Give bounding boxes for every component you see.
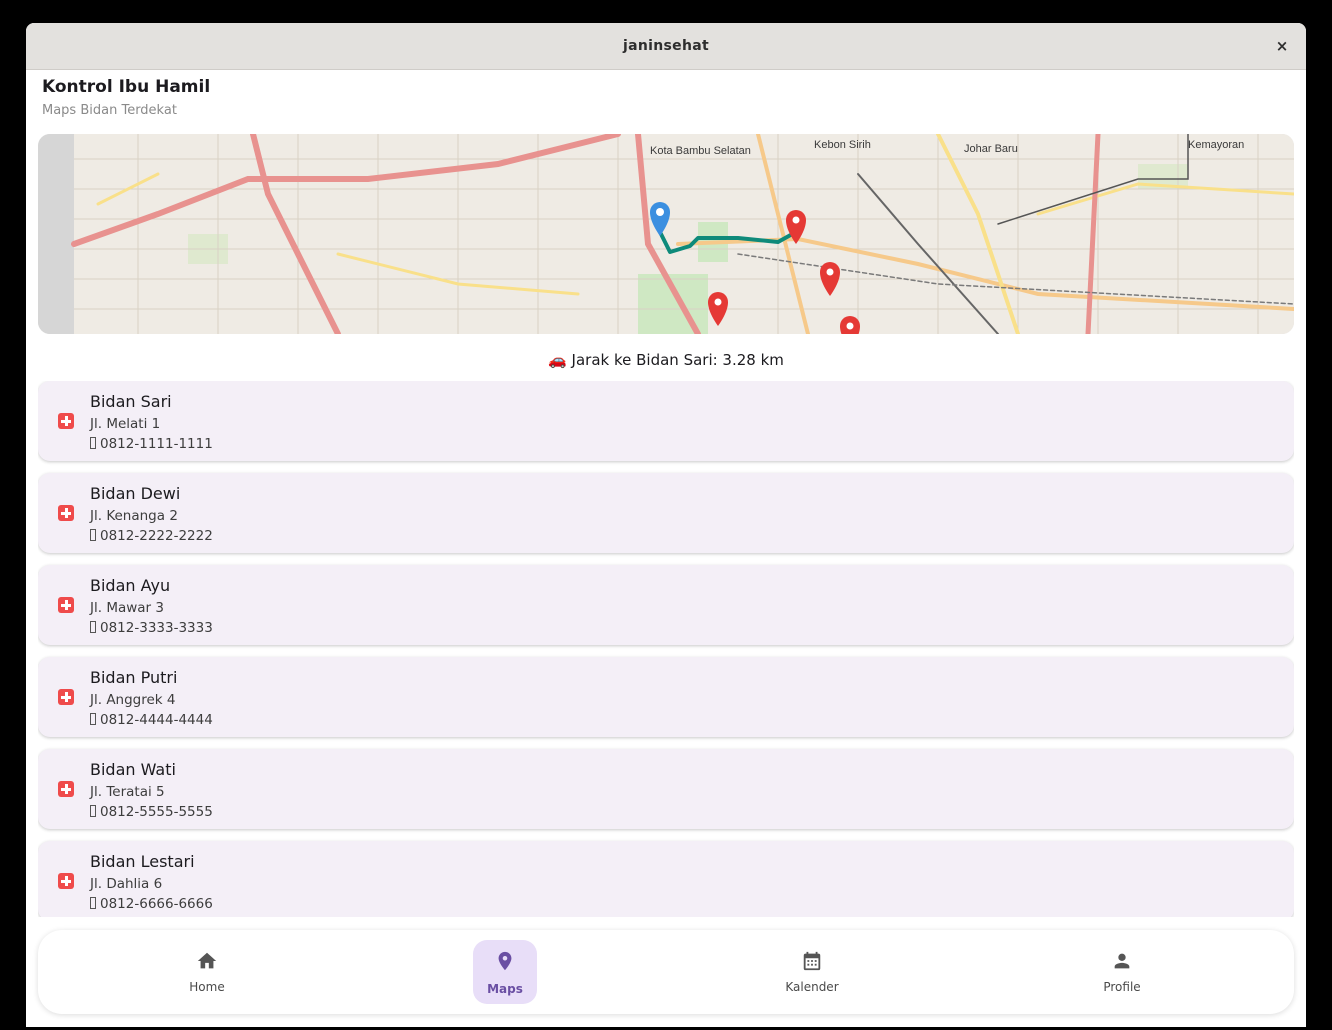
bidan-phone: 0812-6666-6666 xyxy=(90,896,213,912)
map-canvas[interactable]: Kota Bambu Selatan Kebon Sirih Johar Bar… xyxy=(38,134,1294,334)
person-icon xyxy=(1114,953,1130,969)
bidan-name: Bidan Sari xyxy=(90,392,172,411)
phone-icon xyxy=(90,621,96,633)
distance-text: 🚗 Jarak ke Bidan Sari: 3.28 km xyxy=(548,351,784,369)
phone-icon xyxy=(90,713,96,725)
home-icon xyxy=(197,952,217,969)
title-bar: janinsehat × xyxy=(26,23,1306,70)
phone-icon xyxy=(90,437,96,449)
bidan-card[interactable]: Bidan Ayu Jl. Mawar 3 0812-3333-3333 xyxy=(38,565,1294,645)
map-label: Johar Baru xyxy=(964,143,1018,155)
bidan-phone-number: 0812-1111-1111 xyxy=(100,436,213,452)
map-view[interactable]: Kota Bambu Selatan Kebon Sirih Johar Bar… xyxy=(38,134,1294,334)
bidan-phone: 0812-2222-2222 xyxy=(90,528,213,544)
medical-cross-icon xyxy=(58,689,74,705)
map-label: Kebon Sirih xyxy=(814,139,871,151)
bidan-card[interactable]: Bidan Dewi Jl. Kenanga 2 0812-2222-2222 xyxy=(38,473,1294,553)
medical-cross-icon xyxy=(58,781,74,797)
bidan-card[interactable]: Bidan Sari Jl. Melati 1 0812-1111-1111 xyxy=(38,381,1294,461)
bidan-phone-number: 0812-5555-5555 xyxy=(100,804,213,820)
medical-cross-icon xyxy=(58,873,74,889)
bidan-address: Jl. Dahlia 6 xyxy=(90,876,163,892)
calendar-icon xyxy=(803,951,821,971)
nav-maps[interactable]: Maps xyxy=(445,930,565,1014)
close-button[interactable]: × xyxy=(1272,36,1292,56)
location-pin-icon xyxy=(498,951,512,971)
phone-icon xyxy=(90,529,96,541)
nav-label: Home xyxy=(189,980,225,994)
map-label: Kota Bambu Selatan xyxy=(650,145,751,157)
window-title: janinsehat xyxy=(623,38,709,54)
bottom-navigation: Home Maps Kalender Profile xyxy=(38,930,1294,1014)
bidan-phone: 0812-3333-3333 xyxy=(90,620,213,636)
medical-cross-icon xyxy=(58,505,74,521)
nav-label: Maps xyxy=(487,982,523,996)
bidan-name: Bidan Lestari xyxy=(90,852,195,871)
bidan-address: Jl. Melati 1 xyxy=(90,416,161,432)
page-header: Kontrol Ibu Hamil Maps Bidan Terdekat xyxy=(42,77,210,118)
bidan-phone-number: 0812-6666-6666 xyxy=(100,896,213,912)
medical-cross-icon xyxy=(58,597,74,613)
bidan-phone: 0812-5555-5555 xyxy=(90,804,213,820)
bidan-name: Bidan Ayu xyxy=(90,576,171,595)
page-title: Kontrol Ibu Hamil xyxy=(42,77,211,97)
medical-cross-icon xyxy=(58,413,74,429)
bidan-card[interactable]: Bidan Wati Jl. Teratai 5 0812-5555-5555 xyxy=(38,749,1294,829)
bidan-list: Bidan Sari Jl. Melati 1 0812-1111-1111 B… xyxy=(38,381,1294,917)
bidan-phone-number: 0812-4444-4444 xyxy=(100,712,213,728)
bidan-address: Jl. Teratai 5 xyxy=(90,784,165,800)
map-label: Kemayoran xyxy=(1188,139,1244,151)
bidan-card[interactable]: Bidan Putri Jl. Anggrek 4 0812-4444-4444 xyxy=(38,657,1294,737)
bidan-address: Jl. Kenanga 2 xyxy=(90,508,178,524)
nav-kalender[interactable]: Kalender xyxy=(752,930,872,1014)
page-subtitle: Maps Bidan Terdekat xyxy=(42,103,177,118)
nav-home[interactable]: Home xyxy=(147,930,267,1014)
bidan-name: Bidan Wati xyxy=(90,760,176,779)
bidan-phone: 0812-4444-4444 xyxy=(90,712,213,728)
bidan-name: Bidan Dewi xyxy=(90,484,181,503)
bidan-name: Bidan Putri xyxy=(90,668,178,687)
phone-icon xyxy=(90,805,96,817)
bidan-address: Jl. Mawar 3 xyxy=(90,600,164,616)
bidan-phone: 0812-1111-1111 xyxy=(90,436,213,452)
nav-profile[interactable]: Profile xyxy=(1062,930,1182,1014)
nav-label: Kalender xyxy=(785,980,839,994)
phone-icon xyxy=(90,897,96,909)
nav-label: Profile xyxy=(1103,980,1141,994)
bidan-phone-number: 0812-3333-3333 xyxy=(100,620,213,636)
app-window: janinsehat × Kontrol Ibu Hamil Maps Bida… xyxy=(26,23,1306,1027)
bidan-address: Jl. Anggrek 4 xyxy=(90,692,176,708)
bidan-phone-number: 0812-2222-2222 xyxy=(100,528,213,544)
bidan-card[interactable]: Bidan Lestari Jl. Dahlia 6 0812-6666-666… xyxy=(38,841,1294,917)
